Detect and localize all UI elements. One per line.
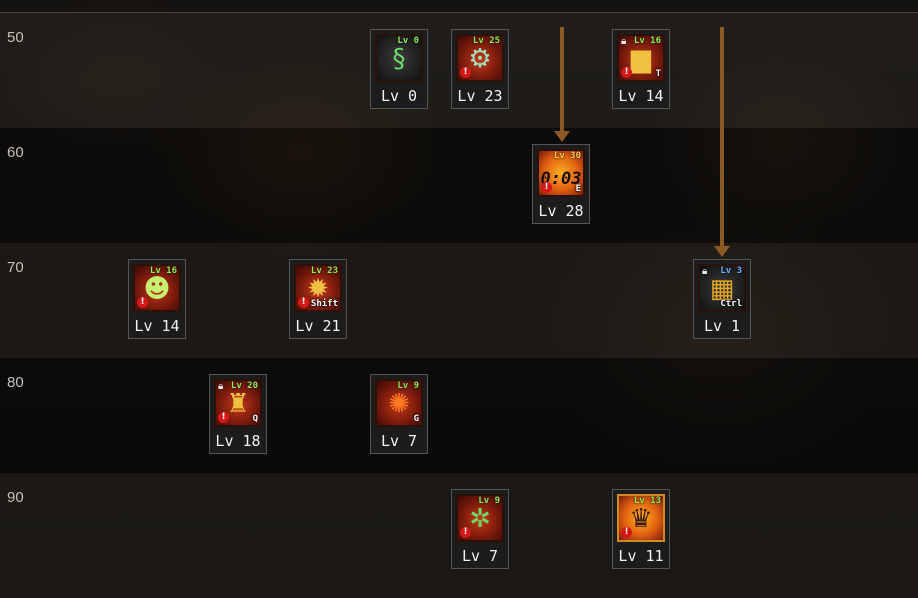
pharaoh-bot-icon: ♛ Lv 13 ! xyxy=(617,494,665,542)
skill-mini-level: Lv 13 xyxy=(633,496,661,506)
skill-level-text: Lv 11 xyxy=(618,547,664,565)
skill-level-text: Lv 7 xyxy=(461,547,499,565)
gear-target-icon: ⚙ Lv 25 ! xyxy=(456,34,504,82)
skill-slot[interactable]: ✺ Lv 9 G Lv 7 xyxy=(370,374,428,454)
hotkey-label: T xyxy=(655,69,661,79)
level-label: 90 xyxy=(7,489,24,506)
skill-mini-level: Lv 16 xyxy=(633,36,661,46)
flame-orb-icon: ✺ Lv 9 G xyxy=(375,379,423,427)
skill-mini-level: Lv 0 xyxy=(397,36,419,46)
skill-level-text: Lv 23 xyxy=(457,87,503,105)
skill-mini-level: Lv 9 xyxy=(478,496,500,506)
timer-bomb-icon: 0:03 Lv 30 ! E xyxy=(537,149,585,197)
warning-icon: ! xyxy=(621,527,632,538)
hotkey-label: Ctrl xyxy=(720,299,742,309)
green-swirl-icon: § Lv 0 xyxy=(375,34,423,82)
skill-level-text: Lv 18 xyxy=(215,432,261,450)
skill-mini-level: Lv 30 xyxy=(553,151,581,161)
lock-icon: 🔒︎ xyxy=(702,266,708,277)
warning-icon: ! xyxy=(460,67,471,78)
level-row-80 xyxy=(0,358,918,473)
lock-icon: 🔒︎ xyxy=(218,381,224,392)
skill-level-text: Lv 28 xyxy=(538,202,584,220)
level-label: 60 xyxy=(7,144,24,161)
skill-level-text: Lv 1 xyxy=(703,317,741,335)
skill-slot[interactable]: ✹ Lv 23 ! Shift Lv 21 xyxy=(289,259,347,339)
level-label: 50 xyxy=(7,29,24,46)
skill-slot[interactable]: ♜ 🔒︎ Lv 20 ! Q Lv 18 xyxy=(209,374,267,454)
hotkey-label: E xyxy=(575,184,581,194)
skill-slot[interactable]: § Lv 0 Lv 0 xyxy=(370,29,428,109)
hotkey-label: G xyxy=(413,414,419,424)
warning-icon: ! xyxy=(218,412,229,423)
skill-level-text: Lv 14 xyxy=(134,317,180,335)
skill-glyph: § xyxy=(392,44,406,74)
skill-level-text: Lv 7 xyxy=(380,432,418,450)
warning-icon: ! xyxy=(541,182,552,193)
warning-icon: ! xyxy=(298,297,309,308)
skill-slot[interactable]: ♛ Lv 13 ! Lv 11 xyxy=(612,489,670,569)
swarm-icon: ✹ Lv 23 ! Shift xyxy=(294,264,342,312)
skill-slot[interactable]: ☻ Lv 16 ! Lv 14 xyxy=(128,259,186,339)
skill-mini-level: Lv 16 xyxy=(149,266,177,276)
warning-icon: ! xyxy=(137,297,148,308)
skill-mini-level: Lv 23 xyxy=(310,266,338,276)
hotkey-label: Shift xyxy=(310,299,338,309)
prerequisite-arrow xyxy=(714,27,730,257)
skill-mini-level: Lv 3 xyxy=(720,266,742,276)
skill-mini-level: Lv 25 xyxy=(472,36,500,46)
warning-icon: ! xyxy=(621,67,632,78)
skill-slot[interactable]: 0:03 Lv 30 ! E Lv 28 xyxy=(532,144,590,224)
skill-mini-level: Lv 9 xyxy=(397,381,419,391)
skill-slot[interactable]: ⚙ Lv 25 ! Lv 23 xyxy=(451,29,509,109)
skill-level-text: Lv 21 xyxy=(295,317,341,335)
bug-drone-icon: ✲ Lv 9 ! xyxy=(456,494,504,542)
skill-slot[interactable]: ▆ 🔒︎ Lv 16 ! T Lv 14 xyxy=(612,29,670,109)
skill-mini-level: Lv 20 xyxy=(230,381,258,391)
robot-laser-icon: ▦ 🔒︎ Lv 3 Ctrl xyxy=(698,264,746,312)
skill-slot[interactable]: ▦ 🔒︎ Lv 3 Ctrl Lv 1 xyxy=(693,259,751,339)
tower-icon: ▆ 🔒︎ Lv 16 ! T xyxy=(617,34,665,82)
skill-level-text: Lv 0 xyxy=(380,87,418,105)
level-label: 70 xyxy=(7,259,24,276)
mask-face-icon: ☻ Lv 16 ! xyxy=(133,264,181,312)
top-divider xyxy=(0,12,918,13)
prerequisite-arrow xyxy=(554,27,570,142)
level-label: 80 xyxy=(7,374,24,391)
level-row-60 xyxy=(0,128,918,243)
lock-icon: 🔒︎ xyxy=(621,36,627,47)
skill-level-text: Lv 14 xyxy=(618,87,664,105)
skill-slot[interactable]: ✲ Lv 9 ! Lv 7 xyxy=(451,489,509,569)
warning-icon: ! xyxy=(460,527,471,538)
robot-icon: ♜ 🔒︎ Lv 20 ! Q xyxy=(214,379,262,427)
hotkey-label: Q xyxy=(252,414,258,424)
